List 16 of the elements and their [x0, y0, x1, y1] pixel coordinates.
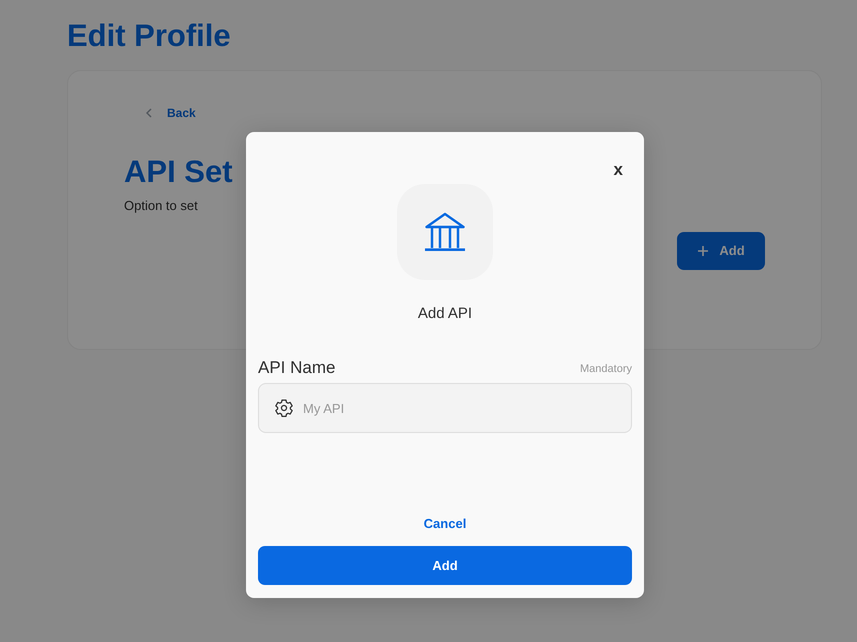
- api-name-field[interactable]: My API: [258, 383, 632, 433]
- modal-heading: Add API: [418, 305, 472, 323]
- chevron-left-icon: [146, 108, 152, 118]
- page-title: Edit Profile: [67, 18, 231, 54]
- section-subtitle: Option to set: [124, 198, 198, 214]
- close-button[interactable]: x: [612, 156, 625, 184]
- settings-icon: [274, 398, 294, 418]
- section-title: API Set: [124, 154, 233, 190]
- bank-icon: [425, 212, 465, 252]
- submit-button[interactable]: Add: [258, 546, 632, 585]
- plus-icon: [697, 245, 710, 257]
- field-label: API Name: [258, 358, 336, 378]
- mandatory-note: Mandatory: [580, 362, 632, 376]
- cancel-link[interactable]: Cancel: [424, 516, 466, 532]
- add-button[interactable]: Add: [677, 232, 765, 270]
- back-link[interactable]: Back: [146, 106, 196, 120]
